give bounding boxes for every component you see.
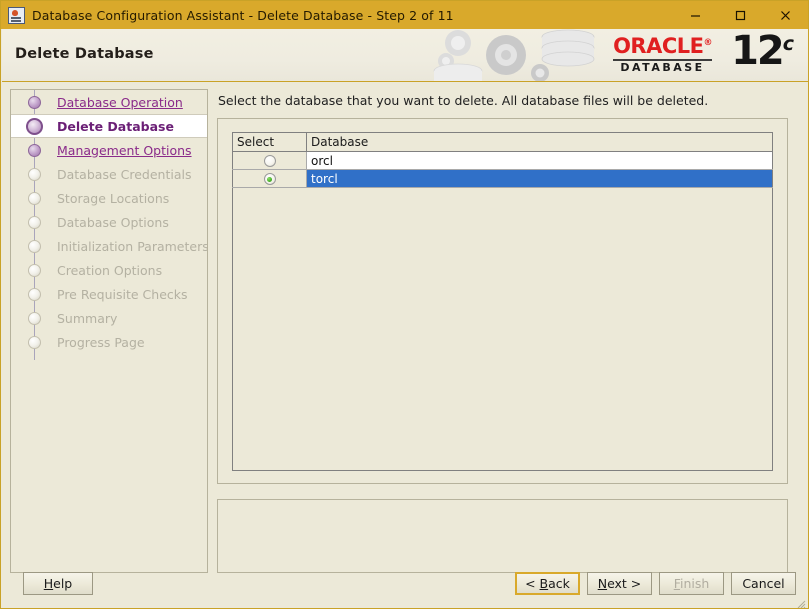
select-cell[interactable] bbox=[232, 151, 307, 170]
sidebar-step-storage-locations: Storage Locations bbox=[11, 186, 207, 210]
step-dot-icon bbox=[28, 287, 41, 301]
step-dot-icon bbox=[28, 95, 41, 109]
step-dot-icon bbox=[28, 335, 41, 349]
sidebar-step-label: Database Operation bbox=[57, 94, 183, 110]
back-button-label: < Back bbox=[525, 576, 570, 591]
navigation-buttons: < Back Next > Finish Cancel bbox=[515, 572, 796, 595]
window-title: Database Configuration Assistant - Delet… bbox=[32, 7, 454, 23]
database-name-cell[interactable]: torcl bbox=[306, 169, 773, 188]
steps-sidebar: Database Operation Delete Database Managem… bbox=[10, 89, 208, 573]
next-button[interactable]: Next > bbox=[587, 572, 652, 595]
column-header-database[interactable]: Database bbox=[306, 132, 773, 152]
sidebar-step-database-credentials: Database Credentials bbox=[11, 162, 207, 186]
sidebar-step-creation-options: Creation Options bbox=[11, 258, 207, 282]
radio-button-icon[interactable] bbox=[263, 173, 276, 185]
dbca-window: Database Configuration Assistant - Delet… bbox=[0, 0, 809, 609]
step-dot-icon bbox=[28, 191, 41, 205]
maximize-icon[interactable] bbox=[718, 1, 763, 29]
table-row[interactable]: torcl bbox=[232, 169, 773, 188]
window-controls bbox=[673, 1, 808, 29]
header-banner: Delete Database ORACLE® DATABASE 12c bbox=[2, 29, 808, 82]
message-panel bbox=[217, 499, 788, 573]
sidebar-step-label: Initialization Parameters bbox=[57, 238, 208, 254]
database-name-cell[interactable]: orcl bbox=[306, 151, 773, 170]
cancel-button-label: Cancel bbox=[742, 576, 785, 591]
sidebar-step-database-operation[interactable]: Database Operation bbox=[11, 90, 207, 114]
sidebar-step-summary: Summary bbox=[11, 306, 207, 330]
step-dot-icon bbox=[28, 311, 41, 325]
table-empty-area bbox=[232, 188, 773, 471]
sidebar-step-label: Creation Options bbox=[57, 262, 163, 278]
oracle-database-label: DATABASE bbox=[620, 61, 705, 74]
page-title: Delete Database bbox=[15, 46, 154, 62]
step-dot-icon bbox=[28, 143, 41, 157]
step-dot-icon bbox=[26, 117, 43, 135]
sidebar-step-label: Database Credentials bbox=[57, 166, 192, 182]
sidebar-step-label: Delete Database bbox=[57, 118, 174, 134]
close-icon[interactable] bbox=[763, 1, 808, 29]
main-content: Select the database that you want to del… bbox=[217, 89, 789, 573]
version-label: 12c bbox=[731, 29, 794, 74]
help-button[interactable]: Help bbox=[23, 572, 93, 595]
cancel-button[interactable]: Cancel bbox=[731, 572, 796, 595]
back-button[interactable]: < Back bbox=[515, 572, 580, 595]
sidebar-step-progress-page: Progress Page bbox=[11, 330, 207, 354]
sidebar-step-initialization-parameters: Initialization Parameters bbox=[11, 234, 207, 258]
step-dot-icon bbox=[28, 263, 41, 277]
sidebar-step-management-options[interactable]: Management Options bbox=[11, 138, 207, 162]
step-dot-icon bbox=[28, 215, 41, 229]
database-table: Select Database orcl torcl bbox=[232, 132, 773, 188]
step-dot-icon bbox=[28, 239, 41, 253]
sidebar-step-database-options: Database Options bbox=[11, 210, 207, 234]
oracle-wordmark: ORACLE® bbox=[613, 34, 712, 58]
help-button-label: Help bbox=[43, 576, 73, 591]
gears-database-artwork bbox=[428, 29, 608, 81]
select-cell[interactable] bbox=[232, 169, 307, 188]
step-dot-icon bbox=[28, 167, 41, 181]
minimize-icon[interactable] bbox=[673, 1, 718, 29]
sidebar-step-label: Summary bbox=[57, 310, 118, 326]
sidebar-step-label: Storage Locations bbox=[57, 190, 170, 206]
java-app-icon bbox=[8, 6, 25, 24]
instruction-text: Select the database that you want to del… bbox=[218, 93, 709, 108]
oracle-logo: ORACLE® DATABASE bbox=[613, 36, 712, 73]
radio-button-icon[interactable] bbox=[263, 155, 276, 167]
resize-grip[interactable] bbox=[794, 594, 806, 608]
sidebar-step-label: Database Options bbox=[57, 214, 169, 230]
finish-button-label: Finish bbox=[673, 576, 710, 591]
table-header-row: Select Database bbox=[232, 132, 773, 152]
sidebar-step-pre-requisite-checks: Pre Requisite Checks bbox=[11, 282, 207, 306]
sidebar-step-label: Management Options bbox=[57, 142, 192, 158]
sidebar-step-label: Pre Requisite Checks bbox=[57, 286, 188, 302]
title-bar: Database Configuration Assistant - Delet… bbox=[1, 1, 808, 29]
database-table-panel: Select Database orcl torcl bbox=[217, 118, 788, 484]
finish-button: Finish bbox=[659, 572, 724, 595]
table-row[interactable]: orcl bbox=[232, 151, 773, 170]
next-button-label: Next > bbox=[597, 576, 642, 591]
sidebar-step-label: Progress Page bbox=[57, 334, 145, 350]
column-header-select[interactable]: Select bbox=[232, 132, 307, 152]
sidebar-step-delete-database[interactable]: Delete Database bbox=[11, 114, 207, 138]
